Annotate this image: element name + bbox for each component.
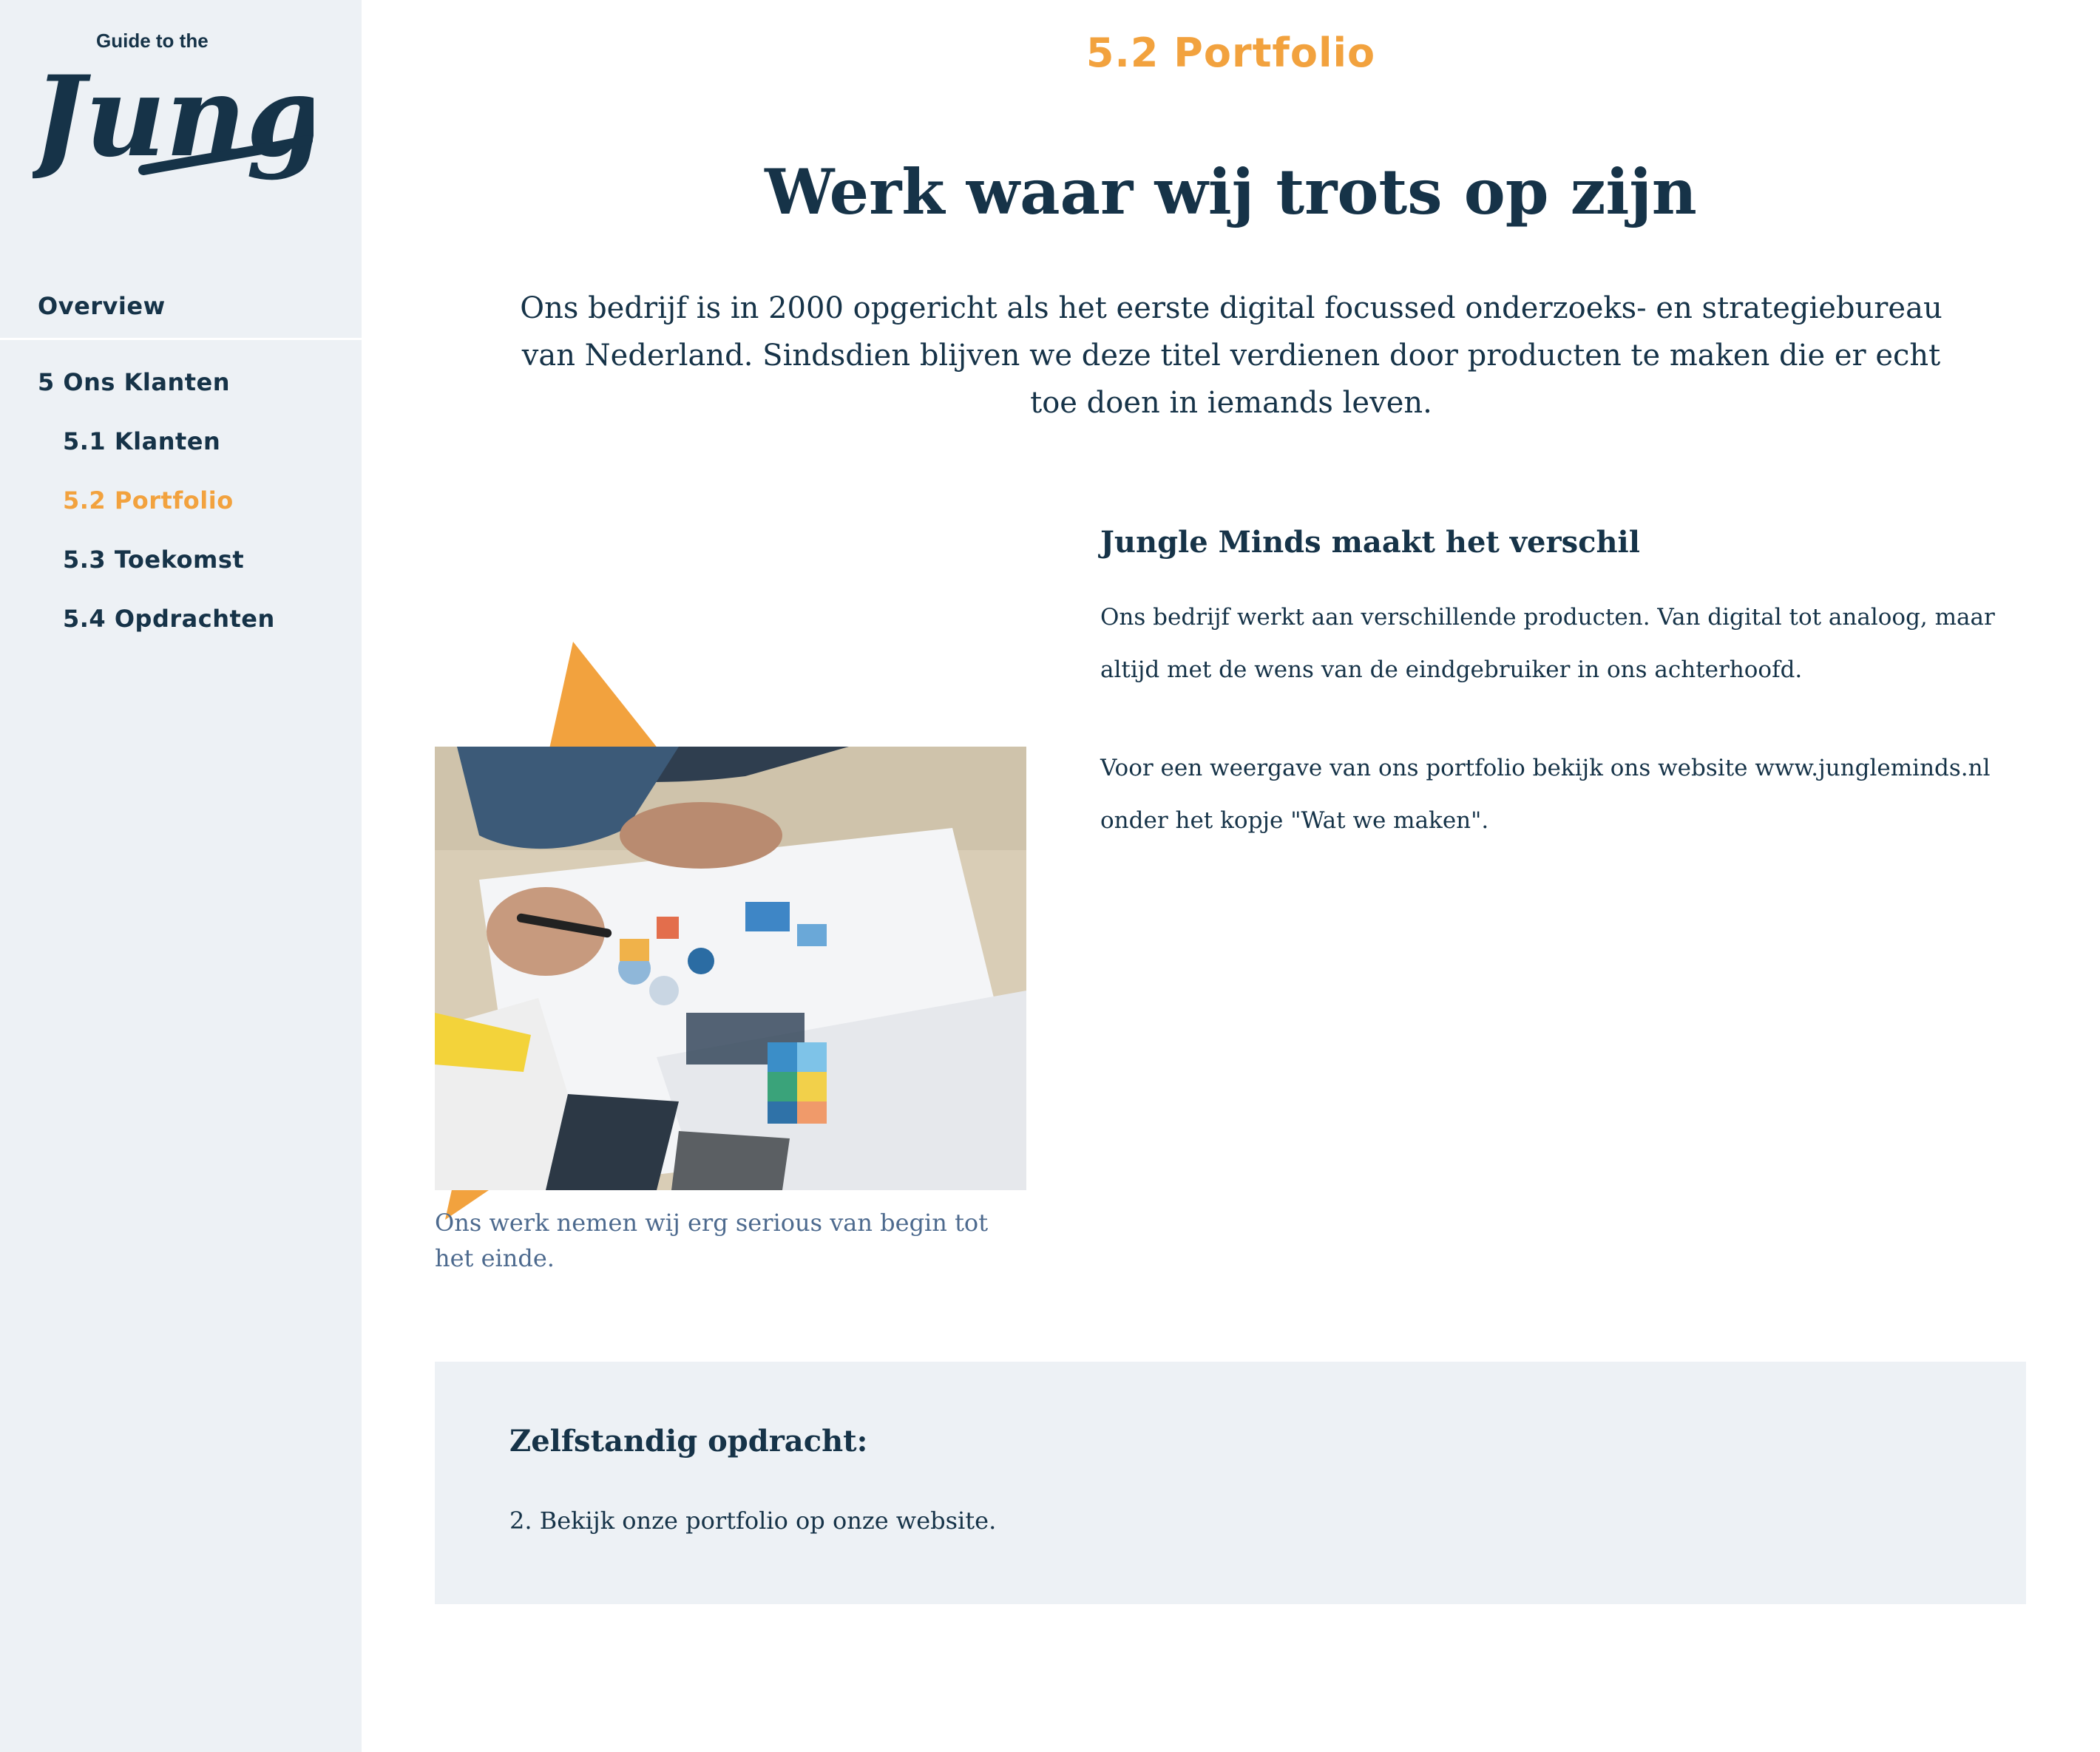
jungle-script-logo: Jungle xyxy=(33,52,314,182)
nav-item-toekomst[interactable]: 5.3 Toekomst xyxy=(63,546,244,574)
sidebar: Guide to the Jungle Overview 5 Ons Klant… xyxy=(0,0,362,1752)
portfolio-photo xyxy=(435,747,1026,1190)
section-paragraph-1: Ons bedrijf werkt aan verschillende prod… xyxy=(1100,604,1995,683)
guide-to-the-jungle-logo[interactable]: Guide to the Jungle xyxy=(33,30,314,192)
assignment-text: 2. Bekijk onze portfolio op onze website… xyxy=(509,1507,997,1535)
sidebar-divider xyxy=(0,338,362,340)
nav-item-opdrachten[interactable]: 5.4 Opdrachten xyxy=(63,605,275,633)
section-heading: Jungle Minds maakt het verschil xyxy=(1100,525,1640,560)
section-kicker: 5.2 Portfolio xyxy=(1085,30,1376,76)
section-paragraph-2: Voor een weergave van ons portfolio beki… xyxy=(1100,755,1991,834)
portfolio-figure: Ons werk nemen wij erg serious van begin… xyxy=(435,636,1034,1301)
assignment-box: Zelfstandig opdracht: 2. Bekijk onze por… xyxy=(435,1362,2026,1604)
nav-item-portfolio[interactable]: 5.2 Portfolio xyxy=(63,486,234,515)
figure-caption: Ons werk nemen wij erg serious van begin… xyxy=(435,1209,989,1272)
page-title: Werk waar wij trots op zijn xyxy=(765,155,1697,228)
nav-item-klanten[interactable]: 5.1 Klanten xyxy=(63,427,220,455)
nav-overview[interactable]: Overview xyxy=(38,292,166,320)
nav-chapter-ons-klanten[interactable]: 5 Ons Klanten xyxy=(38,368,230,396)
assignment-title: Zelfstandig opdracht: xyxy=(509,1424,868,1459)
intro-paragraph: Ons bedrijf is in 2000 opgericht als het… xyxy=(520,291,1942,420)
